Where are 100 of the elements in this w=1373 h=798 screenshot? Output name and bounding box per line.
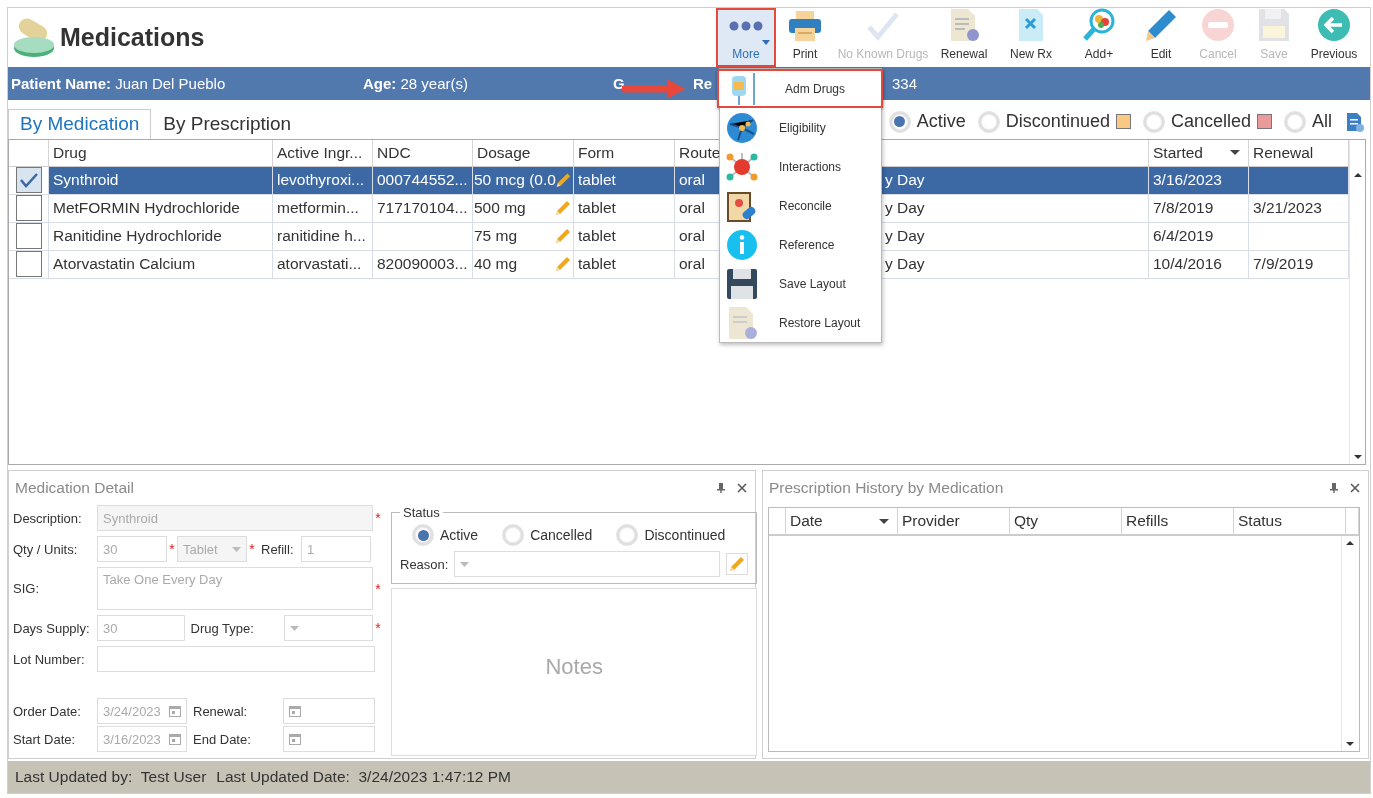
radio-button[interactable] xyxy=(1284,110,1306,133)
field-label: Order Date: xyxy=(13,703,82,719)
column-header[interactable]: Active Ingr... xyxy=(273,139,373,167)
tab[interactable]: By Prescription xyxy=(151,108,304,139)
toolbar-button[interactable]: New Rx xyxy=(996,8,1066,67)
calendar-icon[interactable] xyxy=(169,705,181,718)
calendar-icon[interactable] xyxy=(289,705,301,718)
filter-label[interactable]: Cancelled xyxy=(1170,111,1251,132)
column-header[interactable]: Dosage xyxy=(473,139,574,167)
checkbox[interactable] xyxy=(15,167,42,193)
toolbar-button[interactable]: More xyxy=(716,8,776,67)
field-label: Days Supply: xyxy=(13,620,91,636)
field-label: Start Date: xyxy=(13,731,77,747)
radio-button[interactable] xyxy=(502,524,525,547)
column-header[interactable]: Drug xyxy=(49,139,273,167)
pin-icon[interactable] xyxy=(1330,483,1338,494)
input-field[interactable] xyxy=(283,615,373,642)
dropdown-field[interactable] xyxy=(454,551,721,578)
required-mark: * xyxy=(374,510,382,527)
pills-icon xyxy=(12,17,56,58)
table-cell: atorvastati... xyxy=(273,250,373,279)
checkmark-icon xyxy=(866,11,900,41)
toolbar-button[interactable]: Renewal xyxy=(932,8,996,67)
column-header[interactable]: Date xyxy=(786,508,898,536)
required-mark: * xyxy=(374,620,382,637)
toolbar-button[interactable]: Edit xyxy=(1132,8,1190,67)
menu-item[interactable]: Reference xyxy=(720,225,881,264)
menu-item[interactable]: Interactions xyxy=(720,147,881,186)
menu-item[interactable]: Save Layout xyxy=(720,264,881,303)
pencil-icon[interactable] xyxy=(555,172,571,188)
close-icon[interactable] xyxy=(737,483,747,494)
printer-icon xyxy=(788,10,822,42)
status-text: Last Updated by: Test User xyxy=(15,768,207,787)
table-cell: ranitidine h... xyxy=(273,222,373,251)
column-header[interactable]: Renewal xyxy=(1249,139,1349,167)
column-header[interactable]: Form xyxy=(574,139,675,167)
radio-label[interactable]: Active xyxy=(440,527,479,544)
field-label: End Date: xyxy=(193,731,252,747)
dropdown-caret-icon[interactable] xyxy=(289,625,299,631)
field-label: Drug Type: xyxy=(190,620,255,636)
column-header[interactable]: Refills xyxy=(1122,508,1234,536)
radio-button[interactable] xyxy=(1142,110,1165,133)
sort-icon[interactable] xyxy=(879,518,889,524)
menu-item[interactable]: Adm Drugs xyxy=(717,69,883,108)
menu-item[interactable]: Reconcile xyxy=(720,186,881,225)
radio-label[interactable]: Cancelled xyxy=(530,527,593,544)
table-cell: y Day xyxy=(883,166,1149,195)
toolbar-button[interactable]: Previous xyxy=(1302,8,1366,67)
table-cell: levothyroxi... xyxy=(273,166,373,195)
patient-info: Re xyxy=(693,74,713,92)
filter-label[interactable]: Discontinued xyxy=(1005,111,1110,132)
calendar-icon[interactable] xyxy=(289,733,301,746)
input-field[interactable] xyxy=(283,698,375,725)
column-header[interactable]: Qty xyxy=(1010,508,1122,536)
input-field[interactable] xyxy=(97,646,375,673)
magnifier-icon xyxy=(1082,8,1116,42)
table-cell: 820090003... xyxy=(373,250,473,279)
radio-button[interactable] xyxy=(977,110,1000,133)
pencil-icon[interactable] xyxy=(555,256,571,272)
table-cell: tablet xyxy=(574,222,675,251)
menu-item[interactable]: Eligibility xyxy=(720,108,881,147)
tab[interactable]: By Medication xyxy=(8,108,152,139)
report-icon[interactable] xyxy=(1346,111,1364,132)
toolbar-button[interactable]: Print xyxy=(776,8,834,67)
table-cell: MetFORMIN Hydrochloride xyxy=(49,194,273,223)
prescription-icon xyxy=(1017,8,1045,42)
column-header[interactable]: NDC xyxy=(373,139,473,167)
radio-button[interactable] xyxy=(888,110,911,133)
column-header[interactable]: Provider xyxy=(898,508,1010,536)
table-cell: 7/8/2019 xyxy=(1149,194,1249,223)
dropdown-caret-icon[interactable] xyxy=(460,561,470,567)
table-cell: 3/21/2023 xyxy=(1249,194,1349,223)
column-header[interactable]: Started xyxy=(1149,139,1249,167)
close-icon[interactable] xyxy=(1350,483,1360,494)
checkbox[interactable] xyxy=(15,223,42,249)
notes-field[interactable]: Notes xyxy=(391,588,758,757)
info-icon xyxy=(726,228,758,261)
filter-label[interactable]: Active xyxy=(916,111,966,132)
filter-label[interactable]: All xyxy=(1312,111,1332,132)
patient-info: Age: 28 year(s) xyxy=(363,74,469,92)
toolbar-button[interactable]: Add+ xyxy=(1066,8,1132,67)
calendar-icon[interactable] xyxy=(169,733,181,746)
checkmark-icon xyxy=(18,172,39,188)
radio-label[interactable]: Discontinued xyxy=(644,527,726,544)
table-cell: y Day xyxy=(883,250,1149,279)
pin-icon[interactable] xyxy=(717,483,725,494)
radio-button[interactable] xyxy=(412,524,434,547)
radio-button[interactable] xyxy=(616,524,639,547)
table-cell: 50 mcg (0.0 xyxy=(474,171,556,189)
input-field[interactable] xyxy=(283,726,375,753)
pencil-icon[interactable] xyxy=(555,200,571,216)
dropdown-caret-icon[interactable] xyxy=(232,546,241,552)
column-header[interactable]: Status xyxy=(1234,508,1346,536)
sort-icon[interactable] xyxy=(1230,150,1240,155)
menu-item[interactable]: Restore Layout xyxy=(720,303,881,342)
pencil-icon[interactable] xyxy=(555,228,571,244)
checkbox[interactable] xyxy=(15,195,42,221)
column-header[interactable] xyxy=(883,139,1149,167)
checkbox[interactable] xyxy=(15,251,42,277)
table-cell: 75 mg xyxy=(474,227,518,245)
